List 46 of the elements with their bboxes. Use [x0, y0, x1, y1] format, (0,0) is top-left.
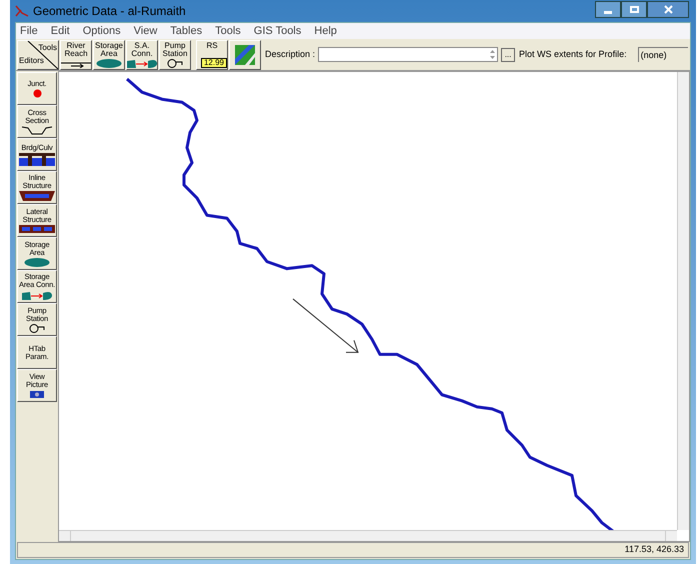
lateral-structure-icon: [19, 225, 55, 233]
menu-item[interactable]: Edit: [50, 22, 70, 40]
storage-area-icon: [24, 258, 50, 266]
cursor-coordinates: 117.53, 426.33: [624, 543, 684, 556]
menu-item[interactable]: Tables: [170, 22, 202, 40]
arrow-line-icon: [61, 62, 91, 68]
cross-section-icon: [22, 126, 52, 134]
pump-icon: [166, 58, 184, 68]
tools-editors-corner: Tools Editors: [17, 40, 59, 70]
menu-item[interactable]: Tools: [215, 22, 241, 40]
spinner-icon: [490, 50, 496, 59]
description-field[interactable]: [318, 47, 498, 62]
profile-field[interactable]: (none): [638, 47, 688, 62]
tool-button[interactable]: S.A. Conn.: [126, 40, 158, 70]
map-icon: [235, 44, 255, 64]
menu-item[interactable]: GIS Tools: [254, 22, 302, 40]
bridge-icon: [19, 152, 55, 166]
window-title: Geometric Data - al-Rumaith: [33, 3, 186, 20]
map-button[interactable]: [229, 40, 261, 70]
profile-label: Plot WS extents for Profile:: [519, 48, 627, 61]
junction-dot-icon: [32, 88, 42, 98]
flow-direction-arrow: [292, 298, 359, 353]
connection-icon: [22, 290, 52, 300]
tool-button[interactable]: River Reach: [60, 40, 92, 70]
app-icon: [15, 5, 29, 17]
storage-area-icon: [96, 58, 122, 68]
pump-icon: [28, 324, 46, 332]
menu-item[interactable]: View: [134, 22, 158, 40]
minimize-button[interactable]: [595, 0, 621, 18]
menu-item[interactable]: Options: [82, 22, 121, 40]
tool-button[interactable]: RS 12.99: [196, 40, 228, 70]
vertical-scrollbar[interactable]: [677, 72, 689, 530]
horizontal-scrollbar[interactable]: [59, 530, 677, 541]
close-button[interactable]: [647, 0, 689, 18]
tool-button[interactable]: Storage Area: [93, 40, 125, 70]
camera-icon: [30, 390, 44, 398]
inline-structure-icon: [19, 191, 55, 201]
menu-item[interactable]: File: [20, 22, 38, 40]
close-icon: [664, 4, 672, 14]
maximize-button[interactable]: [621, 0, 647, 18]
connection-icon: [127, 58, 157, 68]
description-label: Description :: [265, 48, 316, 61]
tool-button[interactable]: Pump Station: [159, 40, 191, 70]
browse-button[interactable]: ...: [501, 48, 516, 62]
river-station-tag: 12.99: [200, 58, 228, 68]
menu-item[interactable]: Help: [314, 22, 337, 40]
